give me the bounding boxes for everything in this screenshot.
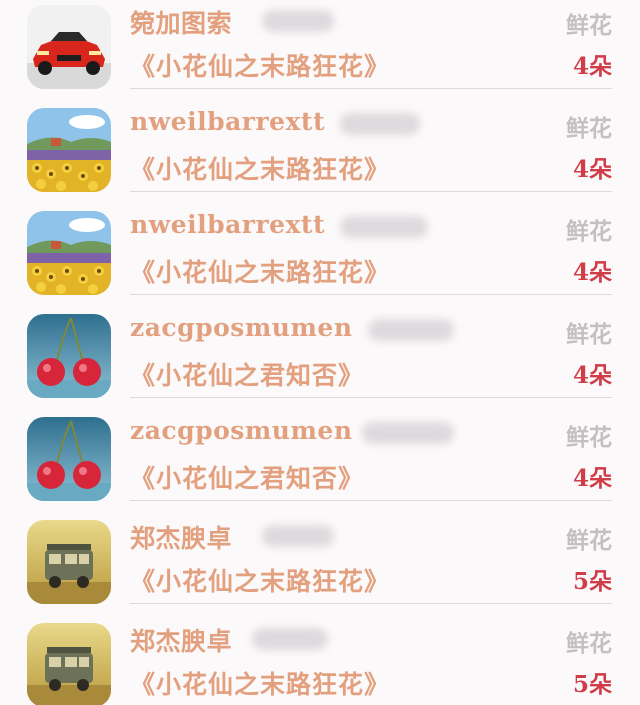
- user-name: 郑杰腴卓: [130, 627, 233, 656]
- gift-count: 5朵: [572, 671, 612, 698]
- blurred-user-info: [362, 422, 454, 444]
- gift-type: 鲜花: [566, 321, 612, 348]
- blurred-user-info: [262, 525, 334, 547]
- gift-type: 鲜花: [566, 630, 612, 657]
- list-item[interactable]: nweilbarrextt 鲜花 《小花仙之末路狂花》 4朵: [0, 103, 640, 206]
- list-item[interactable]: nweilbarrextt 鲜花 《小花仙之末路狂花》 4朵: [0, 206, 640, 309]
- gift-count: 4朵: [572, 465, 612, 492]
- blurred-user-info: [368, 319, 454, 341]
- sunflower-field-icon[interactable]: [27, 211, 111, 295]
- toy-truck-icon[interactable]: [27, 520, 111, 604]
- song-title: 《小花仙之末路狂花》: [130, 52, 391, 81]
- blurred-user-info: [252, 628, 328, 650]
- gift-type: 鲜花: [566, 527, 612, 554]
- user-name: zacgposmumen: [130, 416, 353, 445]
- gift-type: 鲜花: [566, 12, 612, 39]
- sunflower-field-icon[interactable]: [27, 108, 111, 192]
- divider: [130, 397, 612, 398]
- divider: [130, 294, 612, 295]
- song-title: 《小花仙之末路狂花》: [130, 670, 391, 699]
- gift-type: 鲜花: [566, 424, 612, 451]
- divider: [130, 191, 612, 192]
- blurred-user-info: [340, 216, 428, 238]
- gift-count: 5朵: [572, 568, 612, 595]
- list-item[interactable]: zacgposmumen 鲜花 《小花仙之君知否》 4朵: [0, 309, 640, 412]
- cherries-icon[interactable]: [27, 314, 111, 398]
- list-item[interactable]: zacgposmumen 鲜花 《小花仙之君知否》 4朵: [0, 412, 640, 515]
- gift-count: 4朵: [572, 362, 612, 389]
- cherries-icon[interactable]: [27, 417, 111, 501]
- gift-record-list: 箢加图索 鲜花 《小花仙之末路狂花》 4朵 nweilbarrextt 鲜花 《…: [0, 0, 640, 705]
- user-name: zacgposmumen: [130, 313, 353, 342]
- user-name: nweilbarrextt: [130, 210, 326, 239]
- divider: [130, 500, 612, 501]
- song-title: 《小花仙之君知否》: [130, 464, 365, 493]
- song-title: 《小花仙之君知否》: [130, 361, 365, 390]
- divider: [130, 88, 612, 89]
- list-item[interactable]: 郑杰腴卓 鲜花 《小花仙之末路狂花》 5朵: [0, 618, 640, 705]
- user-name: 郑杰腴卓: [130, 524, 233, 553]
- divider: [130, 603, 612, 604]
- gift-count: 4朵: [572, 259, 612, 286]
- song-title: 《小花仙之末路狂花》: [130, 155, 391, 184]
- gift-count: 4朵: [572, 53, 612, 80]
- gift-type: 鲜花: [566, 115, 612, 142]
- song-title: 《小花仙之末路狂花》: [130, 567, 391, 596]
- gift-count: 4朵: [572, 156, 612, 183]
- list-item[interactable]: 郑杰腴卓 鲜花 《小花仙之末路狂花》 5朵: [0, 515, 640, 618]
- user-name: nweilbarrextt: [130, 107, 326, 136]
- list-item[interactable]: 箢加图索 鲜花 《小花仙之末路狂花》 4朵: [0, 0, 640, 103]
- blurred-user-info: [262, 10, 334, 32]
- blurred-user-info: [340, 113, 420, 135]
- gift-type: 鲜花: [566, 218, 612, 245]
- user-name: 箢加图索: [130, 9, 233, 38]
- song-title: 《小花仙之末路狂花》: [130, 258, 391, 287]
- red-car-icon[interactable]: [27, 5, 111, 89]
- toy-truck-icon[interactable]: [27, 623, 111, 705]
